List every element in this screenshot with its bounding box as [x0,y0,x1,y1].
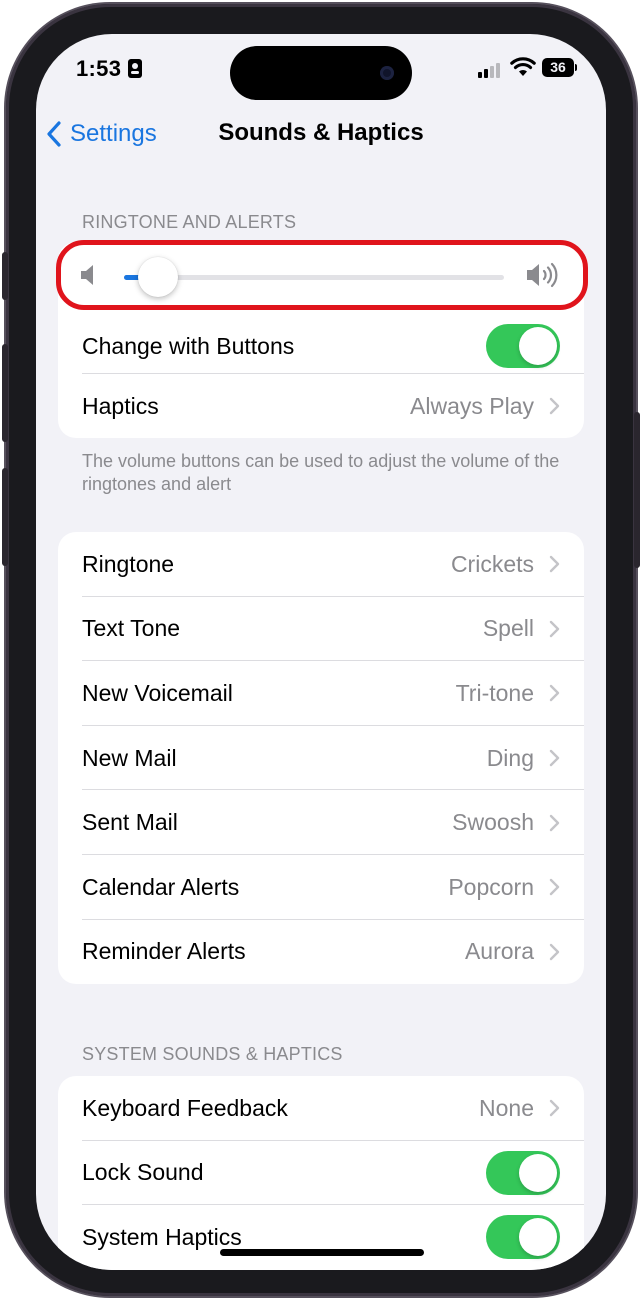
back-button[interactable]: Settings [46,114,157,154]
sound-row-label: Sent Mail [82,809,178,836]
sound-row-value: Swoosh [452,809,534,836]
system-haptics-label: System Haptics [82,1223,242,1250]
toggle-knob [519,1153,557,1192]
chevron-right-icon [549,685,560,702]
sound-row[interactable]: New Voicemail Tri-tone [58,661,584,726]
chevron-right-icon [549,879,560,896]
sound-row-value: Tri-tone [455,679,534,706]
volume-footnote: The volume buttons can be used to adjust… [82,451,560,494]
sound-row-label: Reminder Alerts [82,938,246,965]
system-haptics-toggle[interactable] [486,1215,560,1260]
lock-sound-row: Lock Sound [58,1141,584,1206]
lock-sound-label: Lock Sound [82,1159,204,1186]
sound-row-value: Spell [482,615,534,642]
sound-row[interactable]: Reminder Alerts Aurora [58,920,584,984]
wifi-icon [510,57,536,76]
chevron-right-icon [549,943,560,961]
change-with-buttons-label: Change with Buttons [82,332,295,359]
lock-sound-toggle[interactable] [486,1150,560,1195]
sound-row[interactable]: Text Tone Spell [58,597,584,662]
sound-row-value: Popcorn [448,873,534,900]
sounds-group: Ringtone Crickets Text Tone Spell New Vo… [58,532,584,984]
battery-tip [575,64,577,71]
home-indicator[interactable] [220,1249,424,1256]
status-time: 1:53 [76,56,122,81]
toggle-knob [519,327,557,365]
dynamic-island [230,46,412,100]
toggle-knob [519,1218,557,1257]
sound-row-label: New Mail [82,744,177,771]
chevron-right-icon [549,398,560,415]
navigation-bar: Sounds & Haptics Settings [36,114,606,154]
chevron-right-icon [549,1100,560,1117]
sound-row-label: Text Tone [82,615,181,642]
haptics-label: Haptics [82,392,159,419]
sound-row-label: Ringtone [82,550,175,577]
section-header-ringtone: RINGTONE AND ALERTS [82,212,297,232]
cellular-signal-icon [478,62,502,78]
id-card-icon [128,59,142,78]
system-haptics-row: System Haptics [58,1205,584,1270]
sound-row[interactable]: Calendar Alerts Popcorn [58,855,584,920]
keyboard-feedback-label: Keyboard Feedback [82,1094,288,1121]
chevron-right-icon [549,749,560,767]
sound-row-label: New Voicemail [82,679,233,706]
sound-row-value: Aurora [464,938,534,965]
keyboard-feedback-value: None [479,1094,534,1121]
volume-down-button[interactable] [2,468,8,566]
sound-row[interactable]: Ringtone Crickets [58,532,584,597]
change-with-buttons-row: Change with Buttons [58,318,584,374]
chevron-right-icon [549,620,560,638]
volume-slider-highlight [56,240,588,310]
section-header-system: SYSTEM SOUNDS & HAPTICS [82,1044,343,1064]
chevron-right-icon [549,814,560,831]
chevron-left-icon [47,121,61,147]
system-sounds-group: Keyboard Feedback None Lock Sound System… [58,1076,584,1270]
sound-row-value: Ding [486,744,534,771]
action-button[interactable] [2,252,8,300]
haptics-value: Always Play [410,392,534,419]
volume-up-button[interactable] [2,344,8,442]
change-with-buttons-toggle[interactable] [486,324,560,368]
sound-row-value: Crickets [450,550,534,577]
haptics-row[interactable]: Haptics Always Play [58,374,584,438]
sound-row-label: Calendar Alerts [82,873,240,900]
battery-icon: 36 [542,58,574,77]
back-button-label: Settings [70,120,157,147]
power-button[interactable] [634,412,640,568]
camera-icon [380,66,394,80]
sound-row[interactable]: Sent Mail Swoosh [58,790,584,855]
sound-row[interactable]: New Mail Ding [58,726,584,791]
keyboard-feedback-row[interactable]: Keyboard Feedback None [58,1076,584,1141]
screen: 1:53 36 Sounds & Haptics Settings RINGTO… [36,34,606,1270]
chevron-right-icon [549,556,560,573]
